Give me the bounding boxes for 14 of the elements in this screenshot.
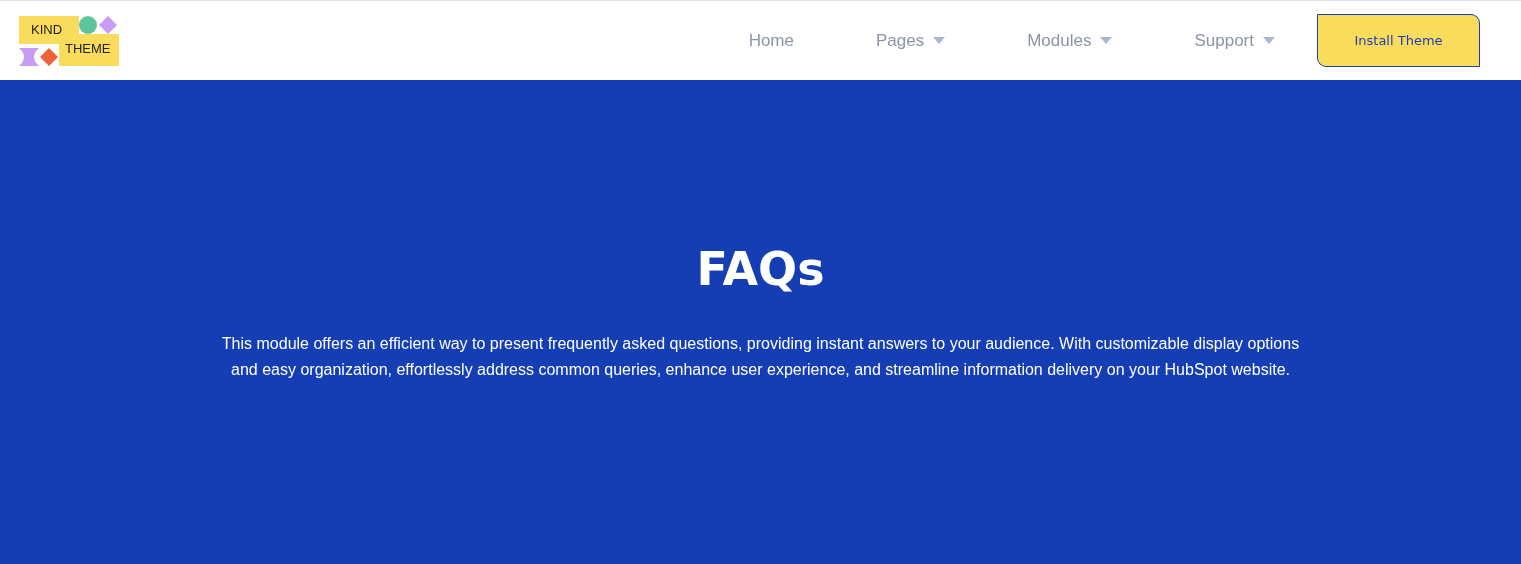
nav-link[interactable]: Support xyxy=(1194,30,1275,51)
install-theme-button[interactable]: Install Theme xyxy=(1317,14,1480,67)
circle-icon xyxy=(79,15,97,34)
hero-title: FAQs xyxy=(696,242,825,296)
nav-link[interactable]: Home xyxy=(748,30,794,51)
hero-description: This module offers an efficient way to present frequently asked questions, providing instant answers to your audience. With customizable display options and easy organization, effortlessly address common queries, enhance user experience, and streamline information delivery on your HubSpot website. xyxy=(220,334,1301,380)
caret-icon xyxy=(933,37,946,44)
diamond-icon xyxy=(99,15,117,34)
logo-text: THEME xyxy=(59,33,119,66)
hourglass-icon xyxy=(19,47,39,66)
nav-link[interactable]: Pages xyxy=(876,30,946,51)
nav-link[interactable]: Modules xyxy=(1027,30,1113,51)
caret-icon xyxy=(1263,37,1275,44)
caret-icon xyxy=(1100,37,1113,44)
